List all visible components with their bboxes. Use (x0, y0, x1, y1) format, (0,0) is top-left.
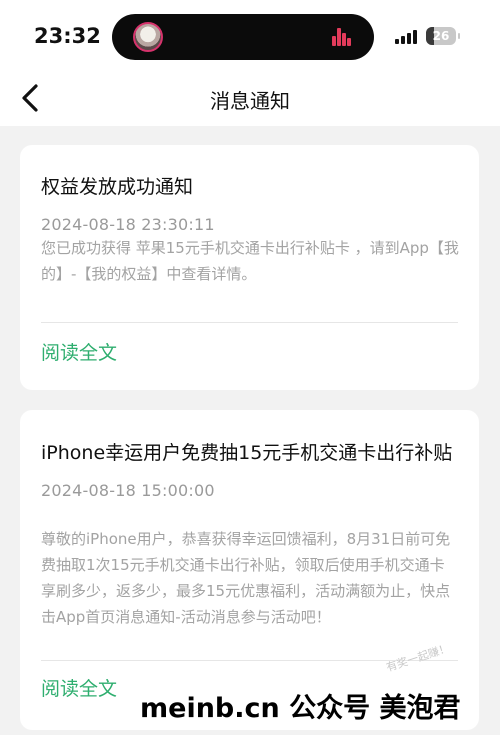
notification-body: 您已成功获得 苹果15元手机交通卡出行补贴卡 ，请到App【我的】-【我的权益】… (41, 239, 459, 283)
status-time: 23:32 (34, 24, 101, 48)
notification-card[interactable]: 权益发放成功通知 2024-08-18 23:30:11 您已成功获得 苹果15… (20, 145, 479, 390)
read-more-link[interactable]: 阅读全文 (41, 338, 117, 365)
card-divider (41, 322, 458, 323)
read-more-link[interactable]: 阅读全文 (41, 674, 117, 701)
notification-title: 权益发放成功通知 (41, 176, 194, 198)
dynamic-island[interactable] (112, 14, 374, 60)
site-watermark: meinb.cn 公众号 美泡君 (140, 693, 461, 724)
notification-time: 2024-08-18 15:00:00 (41, 481, 215, 500)
notification-title: iPhone幸运用户免费抽15元手机交通卡出行补贴 (41, 442, 453, 464)
notification-body: 尊敬的iPhone用户，恭喜获得幸运回馈福利，8月31日前可免费抽取1次15元手… (41, 530, 451, 626)
cellular-signal-icon (395, 30, 419, 44)
battery-percentage: 26 (432, 29, 450, 43)
notification-time: 2024-08-18 23:30:11 (41, 215, 215, 234)
now-playing-artwork-icon (133, 22, 163, 52)
notification-card[interactable]: iPhone幸运用户免费抽15元手机交通卡出行补贴 2024-08-18 15:… (20, 410, 479, 730)
page-title: 消息通知 (210, 89, 290, 113)
audio-visualizer-icon (332, 28, 352, 46)
battery-icon: 26 (426, 27, 460, 45)
status-bar: 23:32 26 (0, 0, 500, 70)
navigation-bar: 消息通知 (0, 70, 500, 126)
